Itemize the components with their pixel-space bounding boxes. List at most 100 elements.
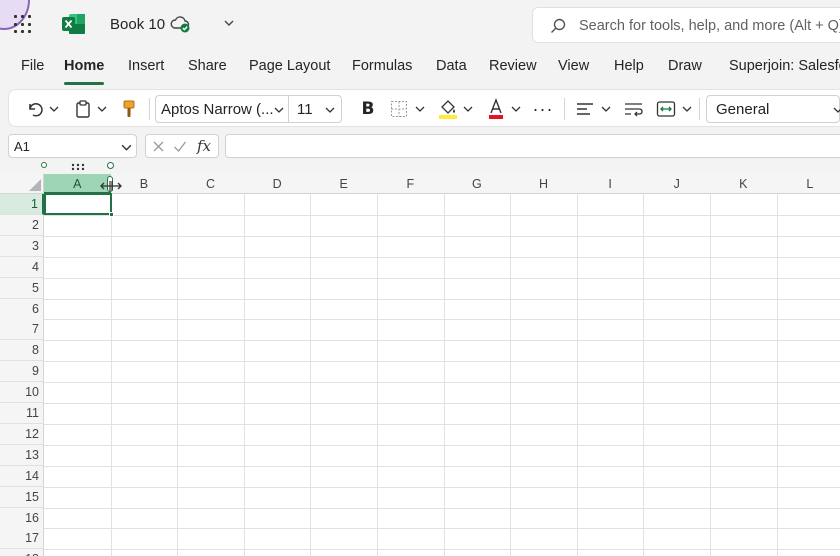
tab-view[interactable]: View: [558, 58, 589, 74]
column-header-f[interactable]: F: [377, 174, 445, 194]
format-painter-button[interactable]: [119, 90, 139, 128]
font-color-button[interactable]: [485, 90, 507, 128]
align-button[interactable]: [575, 90, 595, 128]
undo-button[interactable]: [25, 90, 45, 128]
search-box[interactable]: [532, 7, 840, 43]
paste-button[interactable]: [73, 90, 93, 128]
align-left-icon: [577, 103, 593, 115]
font-color-chevron-down-icon[interactable]: [511, 104, 521, 114]
column-header-k[interactable]: K: [710, 174, 778, 194]
grid-row-line: [44, 549, 840, 551]
column-header-c[interactable]: C: [177, 174, 245, 194]
tab-draw[interactable]: Draw: [668, 58, 702, 74]
font-name-value: Aptos Narrow (...: [161, 101, 274, 118]
row-header-13[interactable]: 13: [0, 444, 44, 466]
row-header-9[interactable]: 9: [0, 361, 44, 383]
row-header-12[interactable]: 12: [0, 423, 44, 445]
app-launcher-icon[interactable]: [14, 15, 34, 35]
select-all-icon: [29, 179, 41, 191]
formula-input[interactable]: [225, 134, 840, 158]
row-header-18[interactable]: 18: [0, 549, 44, 556]
name-box[interactable]: A1: [8, 134, 137, 158]
fill-handle[interactable]: [109, 212, 114, 217]
borders-button[interactable]: [389, 90, 409, 128]
worksheet-grid[interactable]: [0, 164, 840, 556]
more-options-button[interactable]: ···: [531, 90, 555, 128]
tab-superjoin-salesforce[interactable]: Superjoin: Salesforce: [729, 58, 840, 74]
grid-column-line: [110, 194, 112, 556]
column-header-i[interactable]: I: [576, 174, 645, 194]
tab-page-layout[interactable]: Page Layout: [249, 58, 330, 74]
row-header-16[interactable]: 16: [0, 507, 44, 529]
fill-color-button[interactable]: [437, 90, 459, 128]
row-header-3[interactable]: 3: [0, 235, 44, 257]
undo-chevron-down-icon[interactable]: [49, 104, 59, 114]
tab-insert[interactable]: Insert: [128, 58, 164, 74]
fill-color-chevron-down-icon[interactable]: [463, 104, 473, 114]
font-color-icon: [489, 98, 503, 119]
tab-formulas[interactable]: Formulas: [352, 58, 412, 74]
row-header-6[interactable]: 6: [0, 298, 44, 320]
column-header-d[interactable]: D: [243, 174, 312, 194]
drag-handle-icon[interactable]: [71, 163, 85, 171]
tab-review[interactable]: Review: [489, 58, 537, 74]
active-cell-a1[interactable]: [44, 193, 112, 215]
grid-column-line: [576, 194, 578, 556]
column-resize-handle-top[interactable]: [107, 162, 114, 169]
column-header-g[interactable]: G: [443, 174, 512, 194]
merge-cells-icon: [656, 101, 676, 117]
ribbon-separator: [699, 98, 700, 120]
row-header-4[interactable]: 4: [0, 256, 44, 278]
cancel-icon[interactable]: [152, 140, 165, 153]
select-all-corner[interactable]: [0, 174, 44, 194]
wrap-text-button[interactable]: [623, 90, 645, 128]
tab-share[interactable]: Share: [188, 58, 227, 74]
row-header-17[interactable]: 17: [0, 528, 44, 550]
grid-row-line: [44, 507, 840, 509]
font-size-select[interactable]: 11: [288, 95, 342, 123]
row-header-15[interactable]: 15: [0, 486, 44, 508]
merge-center-button[interactable]: [655, 90, 677, 128]
cloud-saved-icon[interactable]: [170, 14, 192, 34]
align-chevron-down-icon[interactable]: [601, 104, 611, 114]
insert-function-button[interactable]: fx: [197, 137, 211, 155]
grid-row-line: [44, 319, 840, 321]
paste-chevron-down-icon[interactable]: [97, 104, 107, 114]
tab-data[interactable]: Data: [436, 58, 467, 74]
grid-row-line: [44, 528, 840, 530]
workbook-title[interactable]: Book 10: [110, 16, 165, 33]
chevron-down-icon[interactable]: [222, 16, 236, 30]
bold-button[interactable]: B: [358, 90, 378, 128]
column-header-l[interactable]: L: [776, 174, 840, 194]
grid-row-line: [44, 214, 840, 216]
row-header-10[interactable]: 10: [0, 382, 44, 404]
fill-color-icon: [439, 100, 457, 119]
tab-home[interactable]: Home: [64, 58, 104, 74]
merge-chevron-down-icon[interactable]: [682, 104, 692, 114]
column-header-j[interactable]: J: [643, 174, 711, 194]
row-header-14[interactable]: 14: [0, 465, 44, 487]
menu-tabs: File Home Insert Share Page Layout Formu…: [0, 52, 840, 84]
borders-chevron-down-icon[interactable]: [415, 104, 425, 114]
font-name-select[interactable]: Aptos Narrow (...: [155, 95, 289, 123]
chevron-down-icon: [274, 107, 284, 113]
row-header-1[interactable]: 1: [0, 194, 44, 215]
search-input[interactable]: [579, 15, 840, 37]
row-header-7[interactable]: 7: [0, 319, 44, 341]
tab-help[interactable]: Help: [614, 58, 644, 74]
row-header-11[interactable]: 11: [0, 403, 44, 424]
number-format-select[interactable]: General: [706, 95, 840, 123]
grid-row-line: [44, 256, 840, 258]
row-header-5[interactable]: 5: [0, 277, 44, 299]
undo-icon: [29, 103, 43, 117]
row-header-8[interactable]: 8: [0, 340, 44, 362]
column-header-h[interactable]: H: [510, 174, 578, 194]
tab-file[interactable]: File: [21, 58, 44, 74]
row-header-2[interactable]: 2: [0, 214, 44, 236]
wrap-text-icon: [625, 103, 643, 117]
column-header-e[interactable]: E: [310, 174, 378, 194]
grid-row-line: [44, 403, 840, 404]
grid-column-line: [643, 194, 645, 556]
enter-check-icon[interactable]: [173, 140, 187, 153]
column-resize-handle-left[interactable]: [41, 162, 47, 168]
